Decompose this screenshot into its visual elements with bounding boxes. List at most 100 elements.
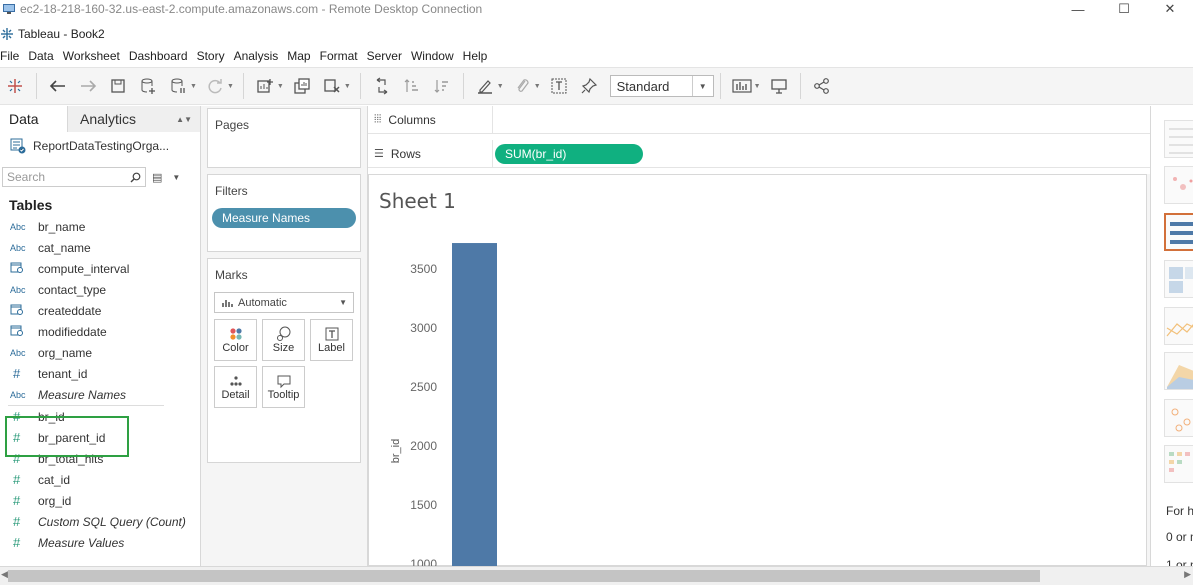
menu-format[interactable]: Format [320, 49, 367, 63]
share-icon[interactable] [809, 73, 835, 99]
search-input[interactable]: Search [2, 167, 146, 187]
menu-window[interactable]: Window [411, 49, 463, 63]
horizontal-scrollbar[interactable]: ◀ ▶ [0, 566, 1193, 585]
list-view-icon[interactable]: ▤ [152, 171, 162, 184]
field-compute-interval[interactable]: compute_interval [0, 258, 200, 279]
menu-map[interactable]: Map [287, 49, 319, 63]
swap-axes-icon[interactable] [369, 73, 395, 99]
show-me-circle-views-thumb[interactable] [1164, 399, 1193, 437]
mark-type-select[interactable]: Automatic ▼ [214, 292, 354, 313]
maximize-icon[interactable]: ☐ [1101, 0, 1147, 18]
show-me-horizontal-bars-thumb[interactable] [1164, 213, 1193, 251]
field-tenant-id[interactable]: # tenant_id [0, 363, 200, 384]
show-me-stacked-bars-thumb[interactable] [1164, 260, 1193, 298]
refresh-icon[interactable] [202, 73, 228, 99]
bar-mark[interactable] [452, 243, 497, 567]
highlight-icon[interactable] [472, 73, 498, 99]
show-me-area-thumb[interactable] [1164, 352, 1193, 390]
scroll-right-icon[interactable]: ▶ [1184, 569, 1191, 580]
field-cat-name[interactable]: Abc cat_name [0, 237, 200, 258]
field-label: modifieddate [38, 324, 107, 339]
tab-analytics[interactable]: Analytics ▲▼ [68, 106, 200, 132]
minimize-icon[interactable]: — [1055, 0, 1101, 18]
bar-chart-icon [222, 299, 233, 307]
menu-dashboard[interactable]: Dashboard [129, 49, 197, 63]
color-button[interactable]: Color [214, 319, 257, 361]
field-org-id[interactable]: # org_id [0, 490, 200, 511]
filters-card[interactable]: Filters Measure Names [207, 174, 361, 252]
chevron-down-icon[interactable]: ▼ [754, 83, 761, 90]
number-type-icon: # [13, 514, 21, 529]
menu-analysis[interactable]: Analysis [234, 49, 288, 63]
sort-ascending-icon[interactable] [399, 73, 425, 99]
scrollbar-thumb[interactable] [8, 570, 1040, 582]
columns-shelf-label: ⦙⦙⦙ Columns [368, 106, 493, 133]
field-measure-names[interactable]: Abc Measure Names [0, 384, 200, 405]
menu-file[interactable]: File [0, 49, 28, 63]
show-me-text-table-thumb[interactable] [1164, 120, 1193, 158]
pause-updates-icon[interactable] [165, 73, 191, 99]
filter-pill-measure-names[interactable]: Measure Names [212, 208, 356, 228]
field-org-name[interactable]: Abc org_name [0, 342, 200, 363]
show-me-hint-text: For h [1166, 504, 1193, 518]
columns-shelf[interactable]: ⦙⦙⦙ Columns [368, 106, 1151, 134]
menu-server[interactable]: Server [367, 49, 411, 63]
clear-sheet-icon[interactable] [319, 73, 345, 99]
pin-icon[interactable] [576, 73, 602, 99]
scroll-left-icon[interactable]: ◀ [1, 569, 8, 580]
tableau-home-icon[interactable] [2, 73, 28, 99]
rows-shelf-label: ☰ Rows [368, 140, 493, 167]
field-createddate[interactable]: createddate [0, 300, 200, 321]
rows-pill-sum-br-id[interactable]: SUM(br_id) [495, 143, 643, 164]
detail-button[interactable]: Detail [214, 366, 257, 408]
size-icon [276, 326, 290, 341]
group-members-icon[interactable] [509, 73, 535, 99]
tooltip-button[interactable]: Tooltip [262, 366, 305, 408]
redo-icon[interactable] [75, 73, 101, 99]
new-worksheet-icon[interactable] [252, 73, 278, 99]
chevron-down-icon[interactable]: ▼ [190, 83, 197, 90]
color-icon [229, 328, 242, 340]
field-modifieddate[interactable]: modifieddate [0, 321, 200, 342]
field-measure-values[interactable]: # Measure Values [0, 532, 200, 553]
new-datasource-icon[interactable] [135, 73, 161, 99]
chevron-down-icon[interactable]: ▼ [172, 173, 180, 182]
chevron-down-icon[interactable]: ▼ [344, 83, 351, 90]
toolbar-separator [359, 73, 361, 99]
datetime-type-icon [10, 261, 38, 276]
menu-help[interactable]: Help [463, 49, 497, 63]
chevron-down-icon[interactable]: ▼ [227, 83, 234, 90]
show-me-highlight-table-thumb[interactable] [1164, 445, 1193, 483]
pages-card[interactable]: Pages [207, 108, 361, 168]
field-custom-sql-count[interactable]: # Custom SQL Query (Count) [0, 511, 200, 532]
detail-icon [229, 376, 242, 386]
save-icon[interactable] [105, 73, 131, 99]
size-button[interactable]: Size [262, 319, 305, 361]
field-contact-type[interactable]: Abc contact_type [0, 279, 200, 300]
rows-shelf[interactable]: ☰ Rows SUM(br_id) [368, 140, 1151, 168]
presentation-mode-icon[interactable] [766, 73, 792, 99]
menu-story[interactable]: Story [197, 49, 234, 63]
search-icon [130, 172, 141, 182]
toolbar-separator [799, 73, 801, 99]
menu-data[interactable]: Data [28, 49, 62, 63]
show-cards-icon[interactable] [729, 73, 755, 99]
chevron-down-icon[interactable]: ▼ [534, 83, 541, 90]
chevron-down-icon[interactable]: ▼ [277, 83, 284, 90]
undo-icon[interactable] [45, 73, 71, 99]
datasource-item[interactable]: ReportDataTestingOrga... [0, 132, 200, 160]
tab-data[interactable]: Data [0, 106, 68, 132]
field-br-name[interactable]: Abc br_name [0, 216, 200, 237]
show-me-lines-thumb[interactable] [1164, 307, 1193, 345]
show-mark-labels-icon[interactable] [546, 73, 572, 99]
field-cat-id[interactable]: # cat_id [0, 469, 200, 490]
menu-bar: File Data Worksheet Dashboard Story Anal… [0, 46, 496, 66]
chevron-down-icon[interactable]: ▼ [497, 83, 504, 90]
show-me-heatmap-thumb[interactable] [1164, 166, 1193, 204]
fit-select[interactable]: Standard ▼ [609, 75, 714, 97]
close-icon[interactable]: ✕ [1147, 0, 1193, 18]
label-button[interactable]: Label [310, 319, 353, 361]
duplicate-sheet-icon[interactable] [289, 73, 315, 99]
menu-worksheet[interactable]: Worksheet [63, 49, 129, 63]
sort-descending-icon[interactable] [429, 73, 455, 99]
